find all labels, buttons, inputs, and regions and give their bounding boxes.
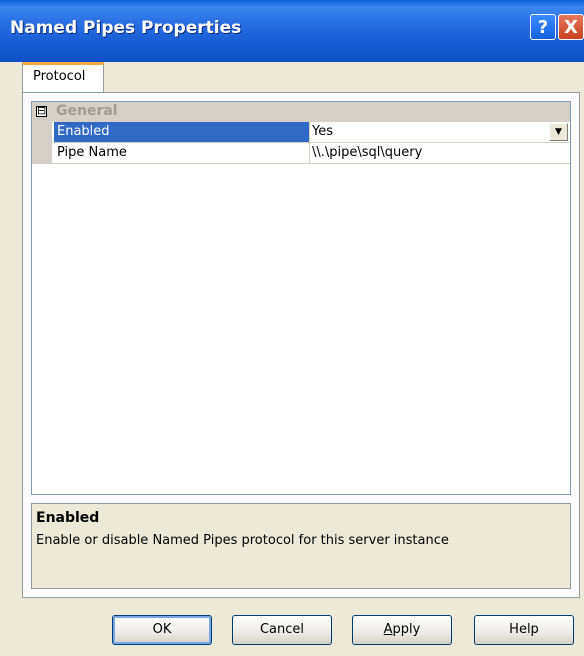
ok-button[interactable]: OK: [112, 615, 212, 645]
description-title: Enabled: [36, 510, 100, 526]
description-pane: Enabled Enable or disable Named Pipes pr…: [31, 503, 571, 589]
window-title: Named Pipes Properties: [10, 18, 242, 38]
column-divider[interactable]: [309, 122, 310, 142]
property-name[interactable]: Enabled: [54, 122, 309, 142]
property-grid: ⊟ General Enabled Yes ▼ Pipe Name \\.\pi…: [31, 101, 571, 495]
apply-accelerator: A: [383, 622, 393, 637]
dialog-client-area: Protocol ⊟ General Enabled Yes ▼ Pipe Na…: [0, 62, 584, 656]
apply-label-rest: pply: [392, 622, 421, 637]
property-value[interactable]: \\.\pipe\sql\query: [312, 143, 548, 163]
apply-button[interactable]: Apply: [352, 615, 452, 645]
tab-protocol[interactable]: Protocol: [22, 62, 104, 92]
category-label: General: [56, 103, 118, 119]
close-button[interactable]: X: [558, 14, 584, 40]
tab-panel-protocol: ⊟ General Enabled Yes ▼ Pipe Name \\.\pi…: [22, 92, 580, 598]
title-bar[interactable]: Named Pipes Properties ? X: [0, 0, 584, 62]
category-row-general[interactable]: ⊟ General: [32, 102, 570, 122]
collapse-icon[interactable]: ⊟: [36, 105, 47, 117]
column-divider[interactable]: [309, 143, 310, 163]
property-name[interactable]: Pipe Name: [54, 143, 309, 163]
cancel-button[interactable]: Cancel: [232, 615, 332, 645]
dropdown-arrow-icon[interactable]: ▼: [549, 123, 568, 141]
property-row-pipe-name[interactable]: Pipe Name \\.\pipe\sql\query: [32, 143, 570, 164]
help-title-button[interactable]: ?: [530, 14, 556, 40]
help-button[interactable]: Help: [474, 615, 574, 645]
row-gutter: [32, 122, 52, 142]
property-value[interactable]: Yes: [312, 122, 548, 142]
description-text: Enable or disable Named Pipes protocol f…: [36, 533, 449, 548]
property-row-enabled[interactable]: Enabled Yes ▼: [32, 122, 570, 143]
row-gutter: [32, 143, 52, 163]
